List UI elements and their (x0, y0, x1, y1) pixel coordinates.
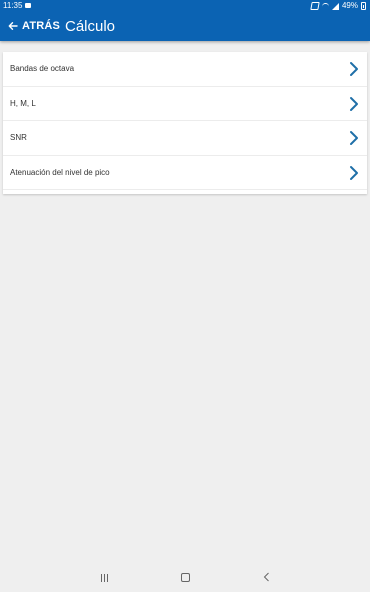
menu-item-snr[interactable]: SNR (3, 121, 367, 156)
mute-icon (310, 2, 320, 10)
status-icons: 49% (310, 0, 366, 12)
chevron-right-icon (350, 96, 358, 111)
menu-item-label: SNR (10, 133, 27, 143)
menu-item-label: Bandas de octava (10, 64, 75, 74)
menu-item-peak-attenuation[interactable]: Atenuación del nivel de pico (3, 156, 367, 190)
recents-icon[interactable] (101, 574, 109, 582)
menu-item-hml[interactable]: H, M, L (3, 87, 367, 121)
gallery-icon (25, 3, 31, 8)
menu-item-label: Atenuación del nivel de pico (10, 167, 110, 177)
signal-icon (331, 2, 339, 10)
menu-item-label: H, M, L (10, 98, 36, 108)
app-bar: 11:35 49% ATRÁS Cálculo (0, 0, 370, 41)
wifi-icon (321, 2, 329, 10)
chevron-right-icon (350, 131, 358, 145)
back-icon[interactable] (263, 572, 270, 582)
page-title: Cálculo (65, 18, 116, 35)
calculation-menu: Bandas de octava H, M, L SNR Atenuación … (3, 52, 367, 194)
menu-item-octave-bands[interactable]: Bandas de octava (3, 52, 367, 87)
back-arrow-icon (8, 22, 18, 30)
system-nav-bar (0, 568, 370, 592)
battery-percent: 49% (341, 1, 358, 10)
battery-icon (361, 2, 366, 10)
back-button[interactable]: ATRÁS (8, 20, 60, 32)
chevron-right-icon (350, 62, 358, 76)
status-time: 11:35 (3, 1, 23, 10)
chevron-right-icon (350, 165, 358, 180)
home-icon[interactable] (181, 573, 190, 582)
back-label: ATRÁS (22, 20, 61, 32)
status-bar: 11:35 49% (0, 0, 370, 12)
